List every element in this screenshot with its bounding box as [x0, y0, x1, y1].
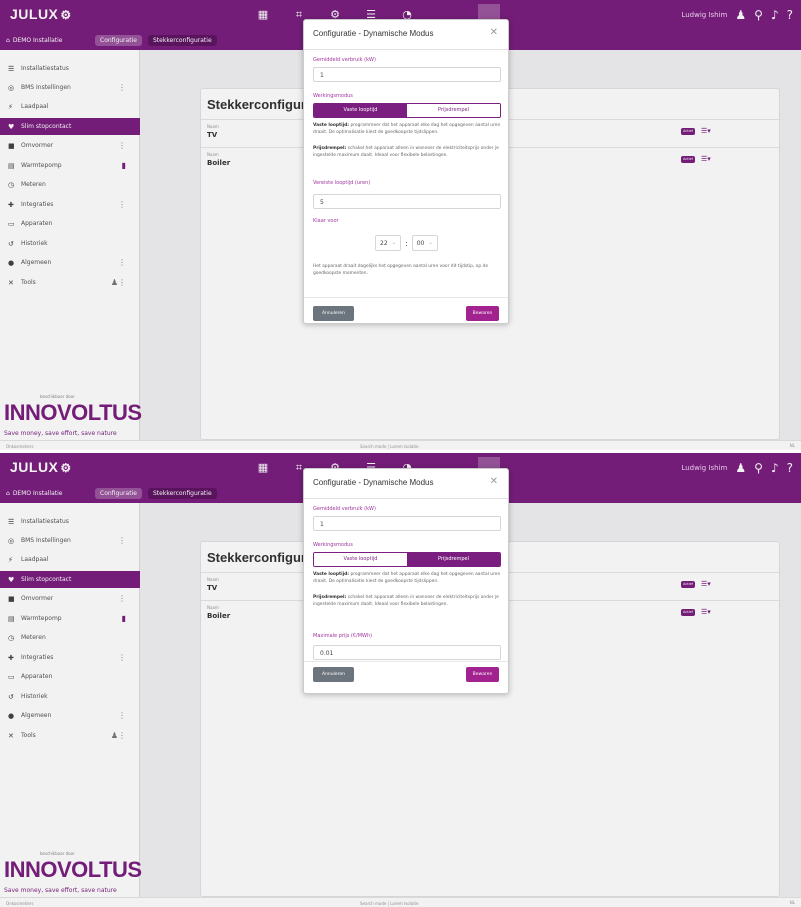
screenshot-panel-1: JULUX ⚙ ▦ ⌗ ⚙ ☰ ◔ Ludwig Ishim ♟ ⚲ ♪ ? ⌂ D…: [0, 0, 801, 450]
runtime-note: Het apparaat draait dagelijks het opgege…: [313, 264, 489, 276]
max-price-input[interactable]: 0.01: [313, 645, 501, 660]
time-picker: 22 ⌄ : 00 ⌄: [375, 235, 438, 251]
mode-toggle: Vaste looptijd Prijsdrempel: [313, 552, 501, 567]
max-price-label: Maximale prijs (€/MWh): [313, 633, 373, 639]
mode-desc-threshold: Prijsdrempel: schakel het apparaat allee…: [313, 146, 499, 158]
cancel-button[interactable]: Annuleren: [313, 667, 354, 682]
hour-select[interactable]: 22 ⌄: [375, 235, 401, 251]
close-icon[interactable]: ✕: [490, 27, 498, 38]
chevron-down-icon: ⌄: [391, 240, 396, 246]
mode-option-fixed[interactable]: Vaste looptijd: [314, 553, 407, 566]
runtime-input[interactable]: 5: [313, 194, 501, 209]
avg-consumption-input[interactable]: 1: [313, 67, 501, 82]
modal-title: Configuratie - Dynamische Modus: [313, 478, 434, 487]
mode-desc-fixed: Vaste looptijd: programmeer dat het appa…: [313, 572, 501, 584]
runtime-label: Vereiste looptijd (uren): [313, 180, 371, 186]
modal-footer-divider: [304, 297, 508, 298]
avg-consumption-label: Gemiddeld verbruik (kW): [313, 506, 376, 512]
close-icon[interactable]: ✕: [490, 476, 498, 487]
modal-title: Configuratie - Dynamische Modus: [313, 29, 434, 38]
avg-consumption-input[interactable]: 1: [313, 516, 501, 531]
mode-option-threshold[interactable]: Prijsdrempel: [407, 104, 500, 117]
cancel-button[interactable]: Annuleren: [313, 306, 354, 321]
save-button[interactable]: Bewaren: [466, 667, 499, 682]
ready-by-label: Klaar voor: [313, 218, 339, 224]
save-button[interactable]: Bewaren: [466, 306, 499, 321]
modal-footer-divider: [304, 661, 508, 662]
mode-option-threshold[interactable]: Prijsdrempel: [407, 553, 500, 566]
mode-label: Werkingsmodus: [313, 93, 353, 99]
avg-consumption-label: Gemiddeld verbruik (kW): [313, 57, 376, 63]
screenshot-panel-2: JULUX⚙ ▦ ⌗ ⚙ ☰ ◔ Ludwig Ishim ♟ ⚲ ♪ ? ⌂D…: [0, 453, 801, 907]
mode-label: Werkingsmodus: [313, 542, 353, 548]
mode-desc-fixed: Vaste looptijd: programmeer dat het appa…: [313, 123, 501, 135]
mode-desc-threshold: Prijsdrempel: schakel het apparaat allee…: [313, 595, 499, 607]
minute-select[interactable]: 00 ⌄: [411, 235, 438, 251]
mode-toggle: Vaste looptijd Prijsdrempel: [313, 103, 501, 118]
config-modal: Configuratie - Dynamische Modus ✕ Gemidd…: [303, 19, 509, 324]
chevron-down-icon: ⌄: [428, 240, 433, 246]
mode-option-fixed[interactable]: Vaste looptijd: [314, 104, 407, 117]
config-modal: Configuratie - Dynamische Modus ✕ Gemidd…: [303, 468, 509, 694]
time-separator: :: [405, 238, 408, 248]
